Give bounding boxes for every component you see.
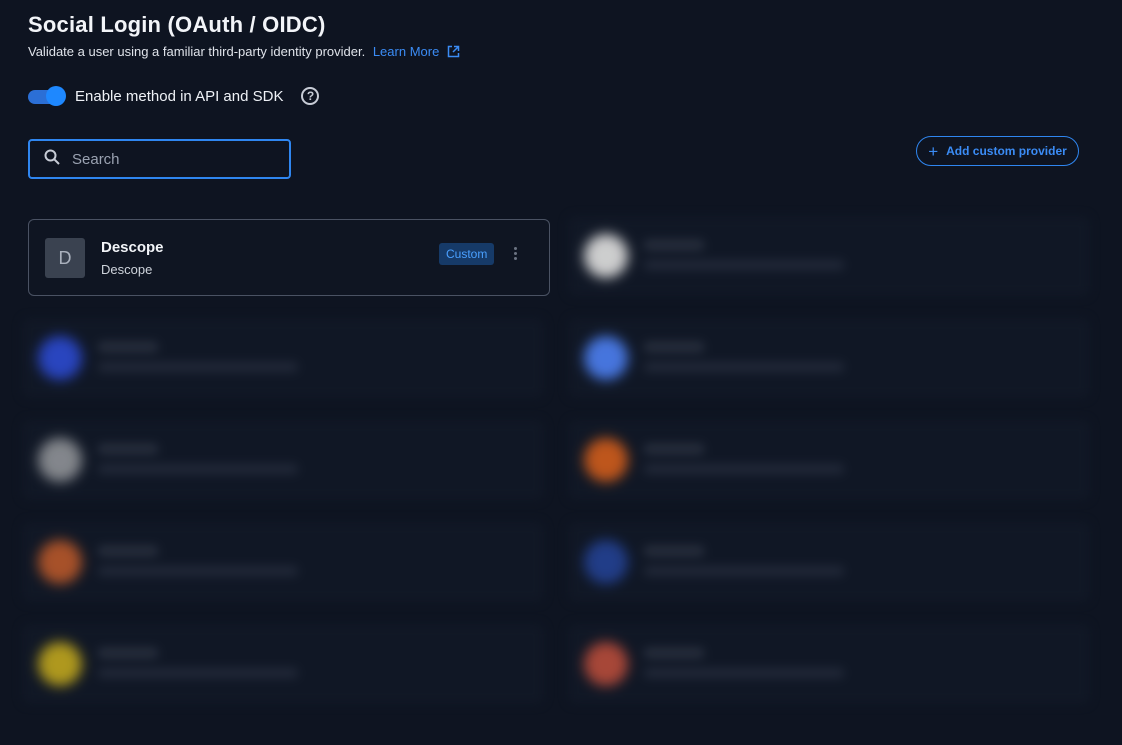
blurred-provider-card [568,624,1090,704]
blurred-line [644,464,844,474]
add-custom-provider-button[interactable]: + Add custom provider [916,136,1079,166]
blurred-logo [38,336,82,380]
provider-avatar: D [45,238,85,278]
blurred-line [98,444,158,454]
blurred-provider-card [568,522,1090,602]
subtitle-text: Validate a user using a familiar third-p… [28,44,366,59]
blurred-logo [584,438,628,482]
blurred-provider-card [568,318,1090,398]
kebab-icon[interactable] [512,247,518,260]
blurred-logo [584,336,628,380]
blurred-line [644,362,844,372]
blurred-logo [584,642,628,686]
blurred-line [644,648,704,658]
enable-method-row: Enable method in API and SDK ? [28,86,320,106]
blurred-logo [38,642,82,686]
blurred-line [98,668,298,678]
blurred-line [98,566,298,576]
provider-name: Descope [101,239,164,256]
blurred-line [98,464,298,474]
blurred-line [644,444,704,454]
blurred-line [98,342,158,352]
provider-card-descope[interactable]: D Descope Descope Custom [28,219,550,296]
blurred-line [98,362,298,372]
search-icon [44,149,60,170]
help-icon[interactable]: ? [301,87,320,105]
external-link-icon[interactable] [447,45,460,61]
search-box[interactable] [28,139,291,179]
blurred-line [98,648,158,658]
blurred-logo [584,540,628,584]
blurred-logo [584,234,628,278]
blurred-line [644,546,704,556]
custom-badge: Custom [439,243,495,265]
search-input[interactable] [70,149,274,169]
blurred-line [644,260,844,270]
blurred-provider-card [22,318,544,398]
blurred-line [644,566,844,576]
add-custom-provider-label: Add custom provider [946,144,1067,158]
learn-more-link[interactable]: Learn More [373,44,439,59]
enable-method-label: Enable method in API and SDK [75,87,284,105]
blurred-provider-card [22,420,544,500]
blurred-logo [38,438,82,482]
blurred-provider-card [568,216,1090,296]
blurred-line [98,546,158,556]
blurred-line [644,240,704,250]
page-title: Social Login (OAuth / OIDC) [28,12,326,37]
page-subtitle: Validate a user using a familiar third-p… [28,44,460,61]
blurred-logo [38,540,82,584]
provider-description: Descope [101,262,153,277]
blurred-line [644,668,844,678]
blurred-provider-card [568,420,1090,500]
enable-method-toggle[interactable] [28,86,66,106]
plus-icon: + [928,141,939,161]
blurred-provider-card [22,624,544,704]
toggle-knob [46,86,66,106]
blurred-provider-card [22,522,544,602]
blurred-line [644,342,704,352]
